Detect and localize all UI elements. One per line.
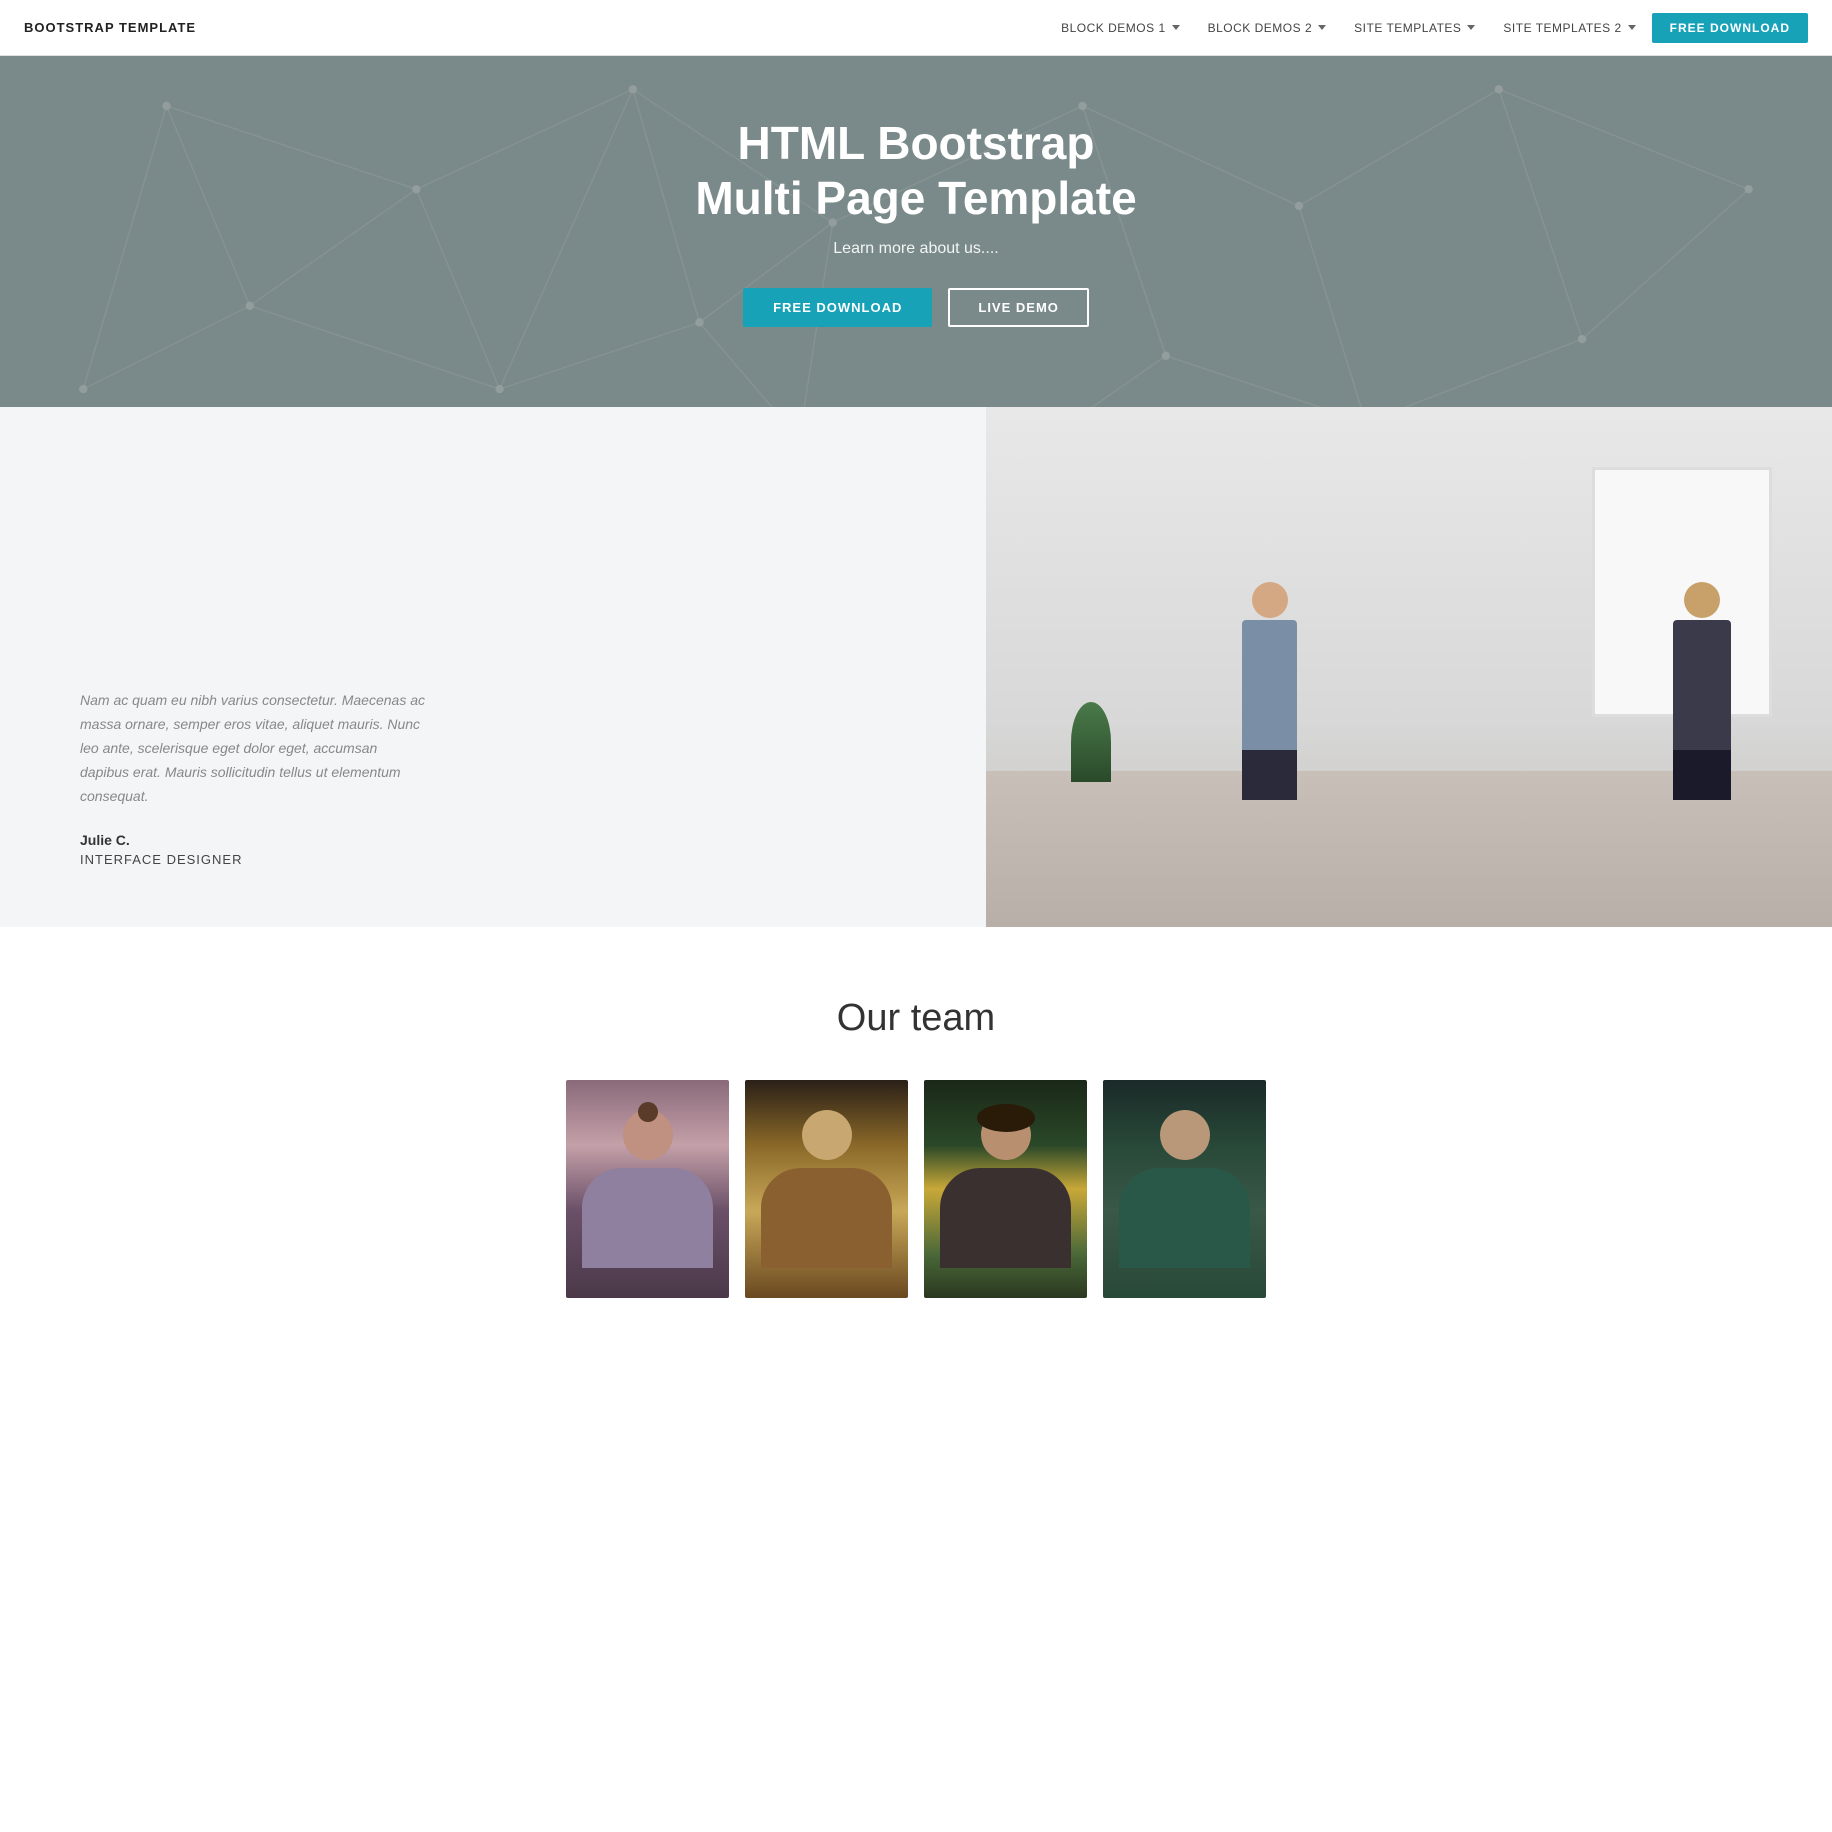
about-image	[986, 407, 1832, 927]
team-portrait-1	[566, 1080, 729, 1297]
plant-decor	[1071, 702, 1111, 782]
portrait-head-2	[802, 1110, 852, 1160]
person1-legs	[1242, 750, 1297, 800]
nav-download-button[interactable]: FREE DOWNLOAD	[1652, 13, 1808, 43]
about-content: Nam ac quam eu nibh varius consectetur. …	[0, 407, 986, 927]
team-card-1[interactable]	[566, 1080, 729, 1297]
portrait-body-2	[761, 1168, 891, 1268]
hero-demo-button[interactable]: LIVE DEMO	[948, 288, 1089, 327]
portrait-hair-1	[638, 1102, 658, 1122]
team-grid	[566, 1080, 1266, 1297]
hero-title: HTML Bootstrap Multi Page Template	[695, 116, 1136, 226]
portrait-hair-3	[977, 1104, 1035, 1132]
about-person-name: Julie C.	[80, 832, 926, 848]
about-quote: Nam ac quam eu nibh varius consectetur. …	[80, 689, 430, 808]
office-scene	[986, 407, 1832, 927]
person2-figure	[1672, 582, 1732, 782]
team-portrait-3	[924, 1080, 1087, 1297]
hero-buttons: FREE DOWNLOAD LIVE DEMO	[743, 288, 1089, 327]
about-person-role: INTERFACE DESIGNER	[80, 852, 926, 867]
team-portrait-2	[745, 1080, 908, 1297]
portrait-head-4	[1160, 1110, 1210, 1160]
chevron-down-icon	[1628, 25, 1636, 30]
portrait-body-4	[1119, 1168, 1249, 1268]
nav-links: BLOCK DEMOS 1 BLOCK DEMOS 2 SITE TEMPLAT…	[1049, 13, 1808, 43]
chevron-down-icon	[1467, 25, 1475, 30]
person2-body	[1673, 620, 1731, 750]
team-card-2[interactable]	[745, 1080, 908, 1297]
hero-download-button[interactable]: FREE DOWNLOAD	[743, 288, 932, 327]
person1-body	[1242, 620, 1297, 750]
nav-site-templates-2[interactable]: SITE TEMPLATES 2	[1491, 15, 1647, 41]
person2-legs	[1673, 750, 1731, 800]
team-section: Our team	[0, 927, 1832, 1317]
nav-site-templates[interactable]: SITE TEMPLATES	[1342, 15, 1487, 41]
portrait-body-3	[940, 1168, 1070, 1268]
person2-head	[1684, 582, 1720, 618]
hero-background-graphic	[0, 56, 1832, 407]
team-card-3[interactable]	[924, 1080, 1087, 1297]
chevron-down-icon	[1172, 25, 1180, 30]
portrait-body-1	[582, 1168, 712, 1268]
team-card-4[interactable]	[1103, 1080, 1266, 1297]
nav-block-demos-2[interactable]: BLOCK DEMOS 2	[1196, 15, 1339, 41]
team-title: Our team	[60, 997, 1772, 1040]
about-section: Nam ac quam eu nibh varius consectetur. …	[0, 407, 1832, 927]
hero-subtitle: Learn more about us....	[833, 240, 998, 258]
person1-head	[1252, 582, 1288, 618]
nav-block-demos-1[interactable]: BLOCK DEMOS 1	[1049, 15, 1192, 41]
chevron-down-icon	[1318, 25, 1326, 30]
navbar: BOOTSTRAP TEMPLATE BLOCK DEMOS 1 BLOCK D…	[0, 0, 1832, 56]
team-portrait-4	[1103, 1080, 1266, 1297]
person1-figure	[1240, 582, 1300, 782]
hero-section: HTML Bootstrap Multi Page Template Learn…	[0, 56, 1832, 407]
brand-logo[interactable]: BOOTSTRAP TEMPLATE	[24, 20, 196, 35]
